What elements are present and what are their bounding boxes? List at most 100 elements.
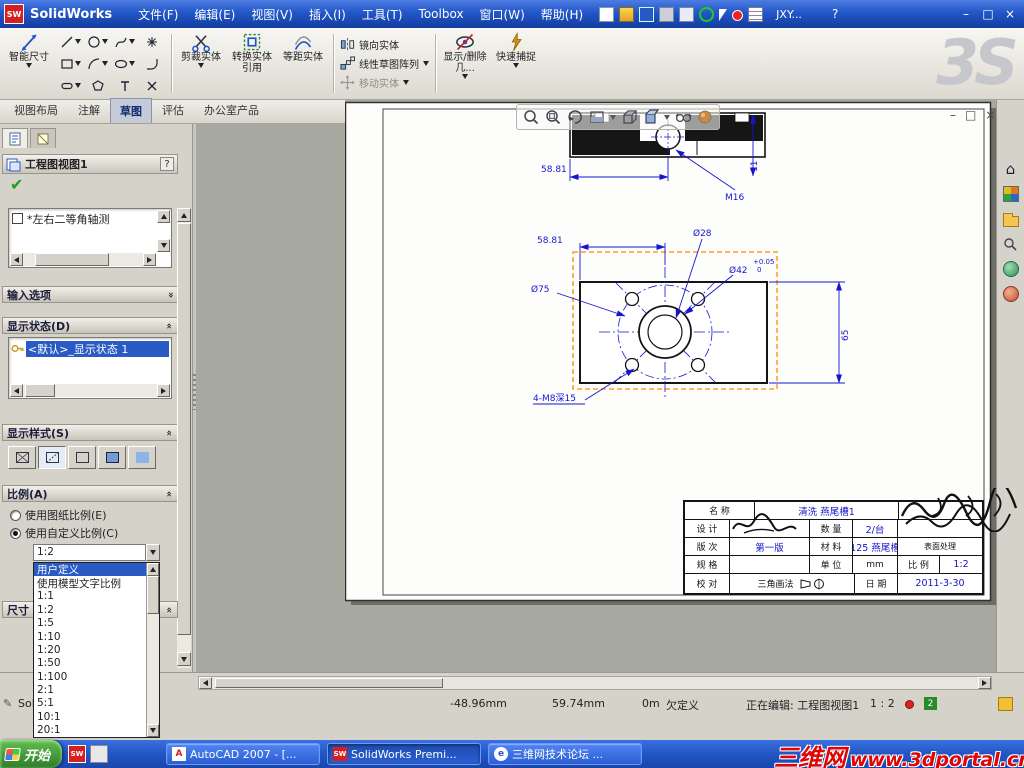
menu-view[interactable]: 视图(V)	[251, 6, 293, 23]
dim-bolt-circle[interactable]: Ø75	[531, 284, 550, 295]
menu-help[interactable]: 帮助(H)	[541, 6, 583, 23]
convert-entities-button[interactable]: 转换实体引用	[227, 30, 277, 97]
print-icon[interactable]	[659, 6, 675, 22]
view-palette-icon[interactable]	[1000, 258, 1022, 280]
wireframe-style-button[interactable]	[8, 446, 36, 469]
dropdown-arrow-icon[interactable]	[403, 80, 409, 85]
smart-dimension-button[interactable]: 智能尺寸	[4, 30, 54, 97]
menu-insert[interactable]: 插入(I)	[309, 6, 346, 23]
quicklaunch-desktop-icon[interactable]	[90, 745, 108, 763]
hscroll-left-button[interactable]	[199, 677, 212, 689]
hscroll-thumb[interactable]	[25, 384, 55, 397]
home-icon[interactable]: ⌂	[1000, 158, 1022, 180]
dropdown-item[interactable]: 1:10	[34, 630, 146, 643]
dropdown-item[interactable]: 20:1	[34, 724, 146, 737]
shaded-button[interactable]	[128, 446, 156, 469]
print-preview-icon[interactable]	[679, 6, 695, 22]
select-cursor-icon[interactable]	[719, 9, 728, 21]
dim-thread[interactable]: M16	[725, 193, 744, 203]
dim-plate-height[interactable]: 65	[841, 330, 851, 341]
scale-dropdown-list[interactable]: 用户定义 使用模型文字比例 1:1 1:2 1:5 1:10 1:20 1:50…	[33, 562, 160, 738]
tab-annotation[interactable]: 注解	[68, 97, 110, 123]
display-state-item[interactable]: <默认>_显示状态 1	[26, 340, 169, 357]
dim-front-width[interactable]: 58.81	[537, 236, 563, 246]
display-style-icon[interactable]	[642, 108, 660, 126]
dropdown-item[interactable]: 1:5	[34, 617, 146, 630]
point-tool-icon[interactable]	[138, 31, 165, 53]
dropdown-scroll-up-button[interactable]	[147, 563, 159, 576]
dropdown-scroll-down-button[interactable]	[147, 724, 159, 737]
use-custom-scale-radio[interactable]: 使用自定义比例(C)	[10, 525, 118, 541]
menu-tools[interactable]: 工具(T)	[362, 6, 403, 23]
taskbar-item-solidworks[interactable]: SW SolidWorks Premi...	[327, 743, 481, 765]
dropdown-item[interactable]: 5:1	[34, 697, 146, 710]
dropdown-item[interactable]: 2:1	[34, 683, 146, 696]
dropdown-arrow-icon[interactable]	[664, 114, 670, 120]
scale-combobox-value[interactable]: 1:2	[33, 544, 146, 561]
list-scroll-down-button[interactable]	[157, 239, 170, 252]
orientation-item-label[interactable]: *左右二等角轴测	[27, 211, 110, 227]
menu-toolbox[interactable]: Toolbox	[419, 7, 464, 21]
dropdown-item[interactable]: 10:1	[34, 710, 146, 723]
previous-view-icon[interactable]	[566, 108, 584, 126]
hscroll-right-button[interactable]	[978, 677, 991, 689]
scroll-left-button[interactable]	[10, 384, 23, 397]
doc-restore-button[interactable]: □	[965, 108, 976, 122]
display-delete-relations-button[interactable]: 显示/删除几...	[440, 30, 490, 97]
slot-tool-icon[interactable]	[57, 75, 84, 97]
dropdown-arrow-icon[interactable]	[610, 114, 616, 120]
view-orientation-icon[interactable]	[620, 108, 638, 126]
dropdown-item[interactable]: 1:100	[34, 670, 146, 683]
display-state-hscrollbar[interactable]	[10, 384, 170, 397]
dropdown-arrow-icon[interactable]	[462, 74, 468, 79]
dropdown-arrow-icon[interactable]	[513, 63, 519, 68]
tab-sketch[interactable]: 草图	[110, 98, 152, 123]
hide-show-items-icon[interactable]	[674, 108, 692, 126]
spline-tool-icon[interactable]	[111, 31, 138, 53]
orientation-checkbox[interactable]	[12, 213, 23, 224]
quick-snaps-button[interactable]: 快速捕捉	[491, 30, 541, 97]
save-icon[interactable]	[639, 6, 655, 22]
dim-top-width[interactable]: 58.81	[541, 165, 567, 175]
search-icon[interactable]	[1000, 233, 1022, 255]
line-tool-icon[interactable]	[57, 31, 84, 53]
splitter-grip[interactable]	[193, 374, 196, 410]
minimize-button[interactable]: –	[956, 5, 976, 23]
open-icon[interactable]	[619, 6, 635, 22]
panel-scrollbar[interactable]	[177, 208, 191, 668]
scroll-right-button[interactable]	[157, 384, 170, 397]
panel-help-button[interactable]: ?	[160, 157, 174, 171]
erase-tool-icon[interactable]	[138, 75, 165, 97]
hscroll-thumb[interactable]	[215, 678, 443, 688]
dropdown-arrow-icon[interactable]	[198, 63, 204, 68]
display-state-list[interactable]: <默认>_显示状态 1	[8, 337, 172, 399]
section-display-style[interactable]: 显示样式(S) »	[2, 424, 178, 441]
status-badge-icon[interactable]: 2	[924, 697, 937, 710]
rectangle-tool-icon[interactable]	[57, 53, 84, 75]
options-grid-icon[interactable]	[748, 6, 764, 22]
panel-scroll-down-button[interactable]	[177, 652, 191, 666]
dropdown-scroll-thumb[interactable]	[147, 576, 159, 614]
scale-combobox[interactable]: 1:2	[33, 544, 160, 561]
section-scale[interactable]: 比例(A) »	[2, 485, 178, 502]
dropdown-item[interactable]: 1:20	[34, 643, 146, 656]
list-hscrollbar[interactable]	[10, 253, 156, 266]
ok-check-button[interactable]: ✔	[10, 175, 23, 194]
close-button[interactable]: ×	[1000, 5, 1020, 23]
start-button[interactable]: 开始	[0, 740, 62, 768]
menu-edit[interactable]: 编辑(E)	[194, 6, 235, 23]
quick-tips-icon[interactable]	[998, 697, 1013, 711]
zoom-fit-icon[interactable]	[522, 108, 540, 126]
dropdown-item[interactable]: 1:50	[34, 657, 146, 670]
tab-view-layout[interactable]: 视图布局	[4, 97, 68, 123]
dropdown-arrow-icon[interactable]	[423, 61, 429, 66]
panel-splitter[interactable]	[192, 124, 196, 672]
list-scroll-right-button[interactable]	[143, 253, 156, 266]
combo-dropdown-button[interactable]	[146, 544, 160, 561]
orientation-list[interactable]: *左右二等角轴测	[8, 208, 172, 268]
section-view-icon[interactable]	[588, 108, 606, 126]
move-entities-button[interactable]: 移动实体	[340, 75, 429, 90]
dropdown-item[interactable]: 用户定义	[34, 563, 146, 577]
dim-rib-height[interactable]: 11	[750, 161, 760, 172]
list-hscroll-thumb[interactable]	[35, 253, 109, 266]
